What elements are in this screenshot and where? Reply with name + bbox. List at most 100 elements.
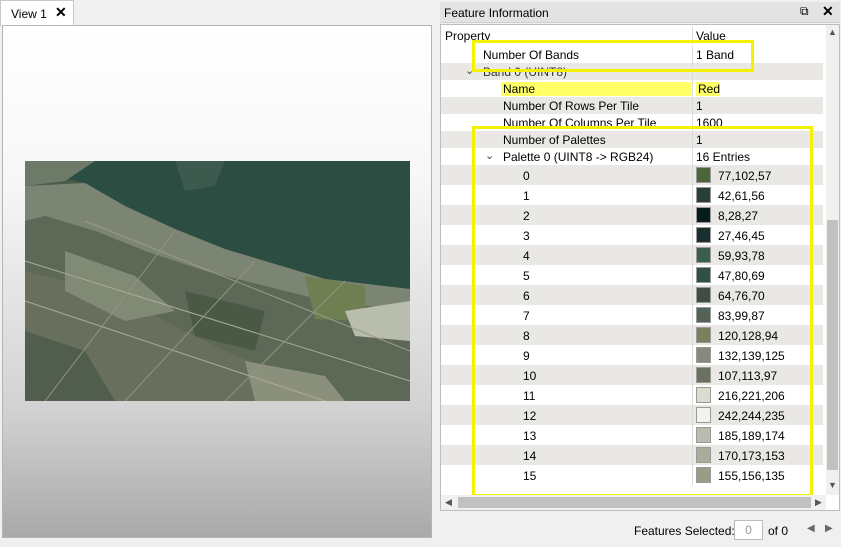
palette-entry[interactable]: 7 83,99,87 (441, 305, 823, 325)
column-divider (692, 97, 693, 114)
color-swatch (696, 227, 711, 243)
property-label: Palette 0 (UINT8 -> RGB24) (503, 150, 654, 164)
tree-row-rows-per-tile[interactable]: Number Of Rows Per Tile 1 (441, 97, 823, 114)
palette-entry[interactable]: 10 107,113,97 (441, 365, 823, 385)
palette-entry[interactable]: 1 42,61,56 (441, 185, 823, 205)
tree-row-palette-0[interactable]: ⌄ Palette 0 (UINT8 -> RGB24) 16 Entries (441, 148, 823, 165)
color-swatch (696, 267, 711, 283)
next-feature-icon[interactable]: ▶ (825, 523, 833, 534)
color-swatch (696, 427, 711, 443)
palette-rgb: 185,189,174 (718, 429, 785, 443)
palette-rgb: 216,221,206 (718, 389, 785, 403)
palette-entry[interactable]: 11 216,221,206 (441, 385, 823, 405)
scrollbar-thumb[interactable] (827, 220, 838, 470)
float-icon[interactable]: ⧉ (800, 4, 809, 19)
tree-row-band-0[interactable]: ⌄ Band 0 (UINT8) (441, 63, 823, 80)
close-icon[interactable]: ✕ (822, 3, 834, 20)
column-divider (692, 131, 693, 148)
previous-feature-icon[interactable]: ◀ (807, 523, 815, 534)
selected-feature-input[interactable] (734, 520, 763, 540)
column-divider (692, 305, 693, 325)
column-divider (692, 46, 693, 63)
vertical-scrollbar[interactable]: ▲ ▼ (826, 25, 839, 495)
palette-index: 7 (523, 309, 530, 323)
property-label: Number Of Columns Per Tile (503, 116, 657, 130)
property-value: 1600 (696, 116, 723, 130)
column-divider (692, 425, 693, 445)
column-divider (692, 385, 693, 405)
panel-title: Feature Information (444, 6, 549, 20)
palette-entry[interactable]: 5 47,80,69 (441, 265, 823, 285)
column-divider[interactable] (692, 27, 693, 44)
column-divider (692, 205, 693, 225)
palette-index: 0 (523, 169, 530, 183)
palette-entry[interactable]: 14 170,173,153 (441, 445, 823, 465)
scroll-left-icon[interactable]: ◀ (445, 497, 452, 508)
aerial-image (25, 161, 410, 401)
column-divider (692, 265, 693, 285)
color-swatch (696, 347, 711, 363)
color-swatch (696, 167, 711, 183)
property-value: Red (696, 82, 721, 96)
tree-rows: Number Of Bands 1 Band ⌄ Band 0 (UINT8) … (441, 46, 823, 485)
property-label: Number Of Bands (483, 48, 580, 62)
palette-rgb: 64,76,70 (718, 289, 765, 303)
color-swatch (696, 407, 711, 423)
palette-entry[interactable]: 4 59,93,78 (441, 245, 823, 265)
chevron-down-icon[interactable]: ⌄ (465, 64, 474, 77)
property-tree[interactable]: Property Value Number Of Bands 1 Band ⌄ … (440, 24, 840, 511)
palette-rgb: 155,156,135 (718, 469, 785, 483)
features-selected-label: Features Selected: (634, 524, 735, 538)
color-swatch (696, 307, 711, 323)
palette-index: 15 (523, 469, 537, 483)
color-swatch (696, 207, 711, 223)
palette-entry[interactable]: 8 120,128,94 (441, 325, 823, 345)
column-divider (692, 148, 693, 165)
tree-row-columns-per-tile[interactable]: Number Of Columns Per Tile 1600 (441, 114, 823, 131)
column-header-value[interactable]: Value (696, 29, 726, 43)
scroll-down-icon[interactable]: ▼ (828, 480, 837, 490)
scroll-up-icon[interactable]: ▲ (828, 27, 837, 37)
column-divider (692, 165, 693, 185)
palette-entry[interactable]: 9 132,139,125 (441, 345, 823, 365)
palette-entry[interactable]: 15 155,156,135 (441, 465, 823, 485)
feature-total: of 0 (768, 524, 789, 538)
selection-footer: Features Selected: of 0 ◀ ▶ (440, 515, 840, 545)
palette-rgb: 42,61,56 (718, 189, 765, 203)
palette-rgb: 170,173,153 (718, 449, 785, 463)
column-divider (692, 63, 693, 80)
horizontal-scrollbar[interactable]: ◀ ▶ (441, 495, 826, 510)
palette-index: 2 (523, 209, 530, 223)
scroll-right-icon[interactable]: ▶ (815, 497, 822, 508)
property-value: 1 (696, 133, 703, 147)
column-header-property[interactable]: Property (445, 29, 490, 43)
palette-rgb: 77,102,57 (718, 169, 772, 183)
tree-row-number-of-bands[interactable]: Number Of Bands 1 Band (441, 46, 823, 63)
palette-index: 14 (523, 449, 537, 463)
column-divider (692, 245, 693, 265)
palette-entry[interactable]: 0 77,102,57 (441, 165, 823, 185)
palette-rgb: 120,128,94 (718, 329, 779, 343)
column-divider (692, 185, 693, 205)
column-divider (692, 445, 693, 465)
map-view[interactable] (2, 25, 432, 538)
tree-header: Property Value (441, 27, 825, 44)
color-swatch (696, 447, 711, 463)
color-swatch (696, 287, 711, 303)
scrollbar-thumb[interactable] (458, 497, 811, 508)
palette-entry[interactable]: 2 8,28,27 (441, 205, 823, 225)
palette-index: 8 (523, 329, 530, 343)
palette-entry[interactable]: 12 242,244,235 (441, 405, 823, 425)
chevron-down-icon[interactable]: ⌄ (485, 149, 494, 162)
palette-entry[interactable]: 3 27,46,45 (441, 225, 823, 245)
palette-rgb: 83,99,87 (718, 309, 765, 323)
tree-row-name[interactable]: Name Red (441, 80, 823, 97)
tree-row-number-of-palettes[interactable]: Number of Palettes 1 (441, 131, 823, 148)
column-divider (692, 114, 693, 131)
palette-entry[interactable]: 6 64,76,70 (441, 285, 823, 305)
palette-rgb: 132,139,125 (718, 349, 785, 363)
tab-view-1[interactable]: View 1 ✕ (0, 0, 74, 26)
palette-entry[interactable]: 13 185,189,174 (441, 425, 823, 445)
color-swatch (696, 367, 711, 383)
close-icon[interactable]: ✕ (55, 5, 67, 19)
